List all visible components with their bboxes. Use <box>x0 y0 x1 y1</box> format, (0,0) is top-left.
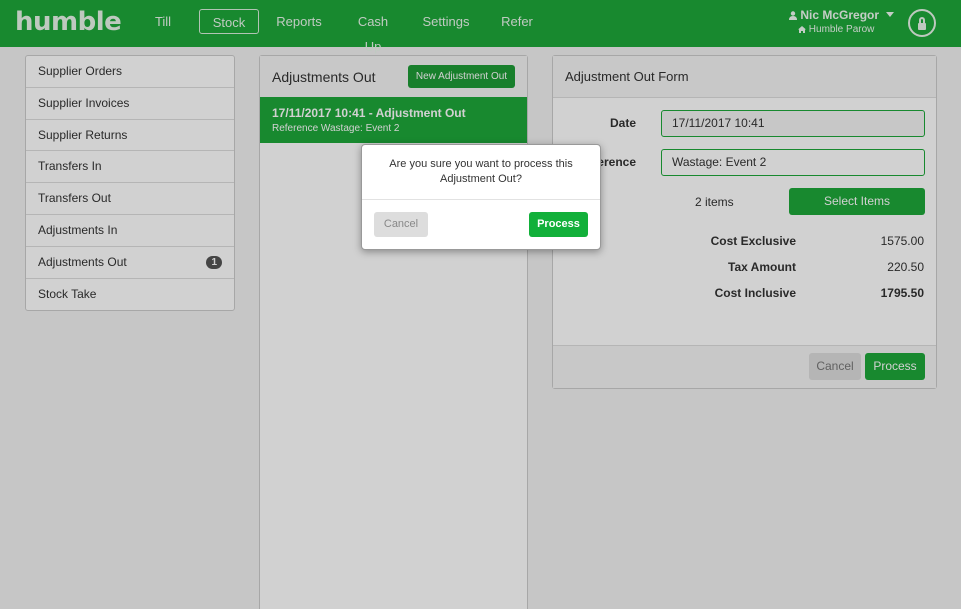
modal-backdrop[interactable] <box>0 0 961 609</box>
dialog-message: Are you sure you want to process this Ad… <box>389 158 573 185</box>
dialog-cancel-button[interactable]: Cancel <box>374 212 428 237</box>
dialog-divider <box>362 199 600 200</box>
confirm-process-dialog: Are you sure you want to process this Ad… <box>361 144 601 250</box>
dialog-process-button[interactable]: Process <box>529 212 588 237</box>
